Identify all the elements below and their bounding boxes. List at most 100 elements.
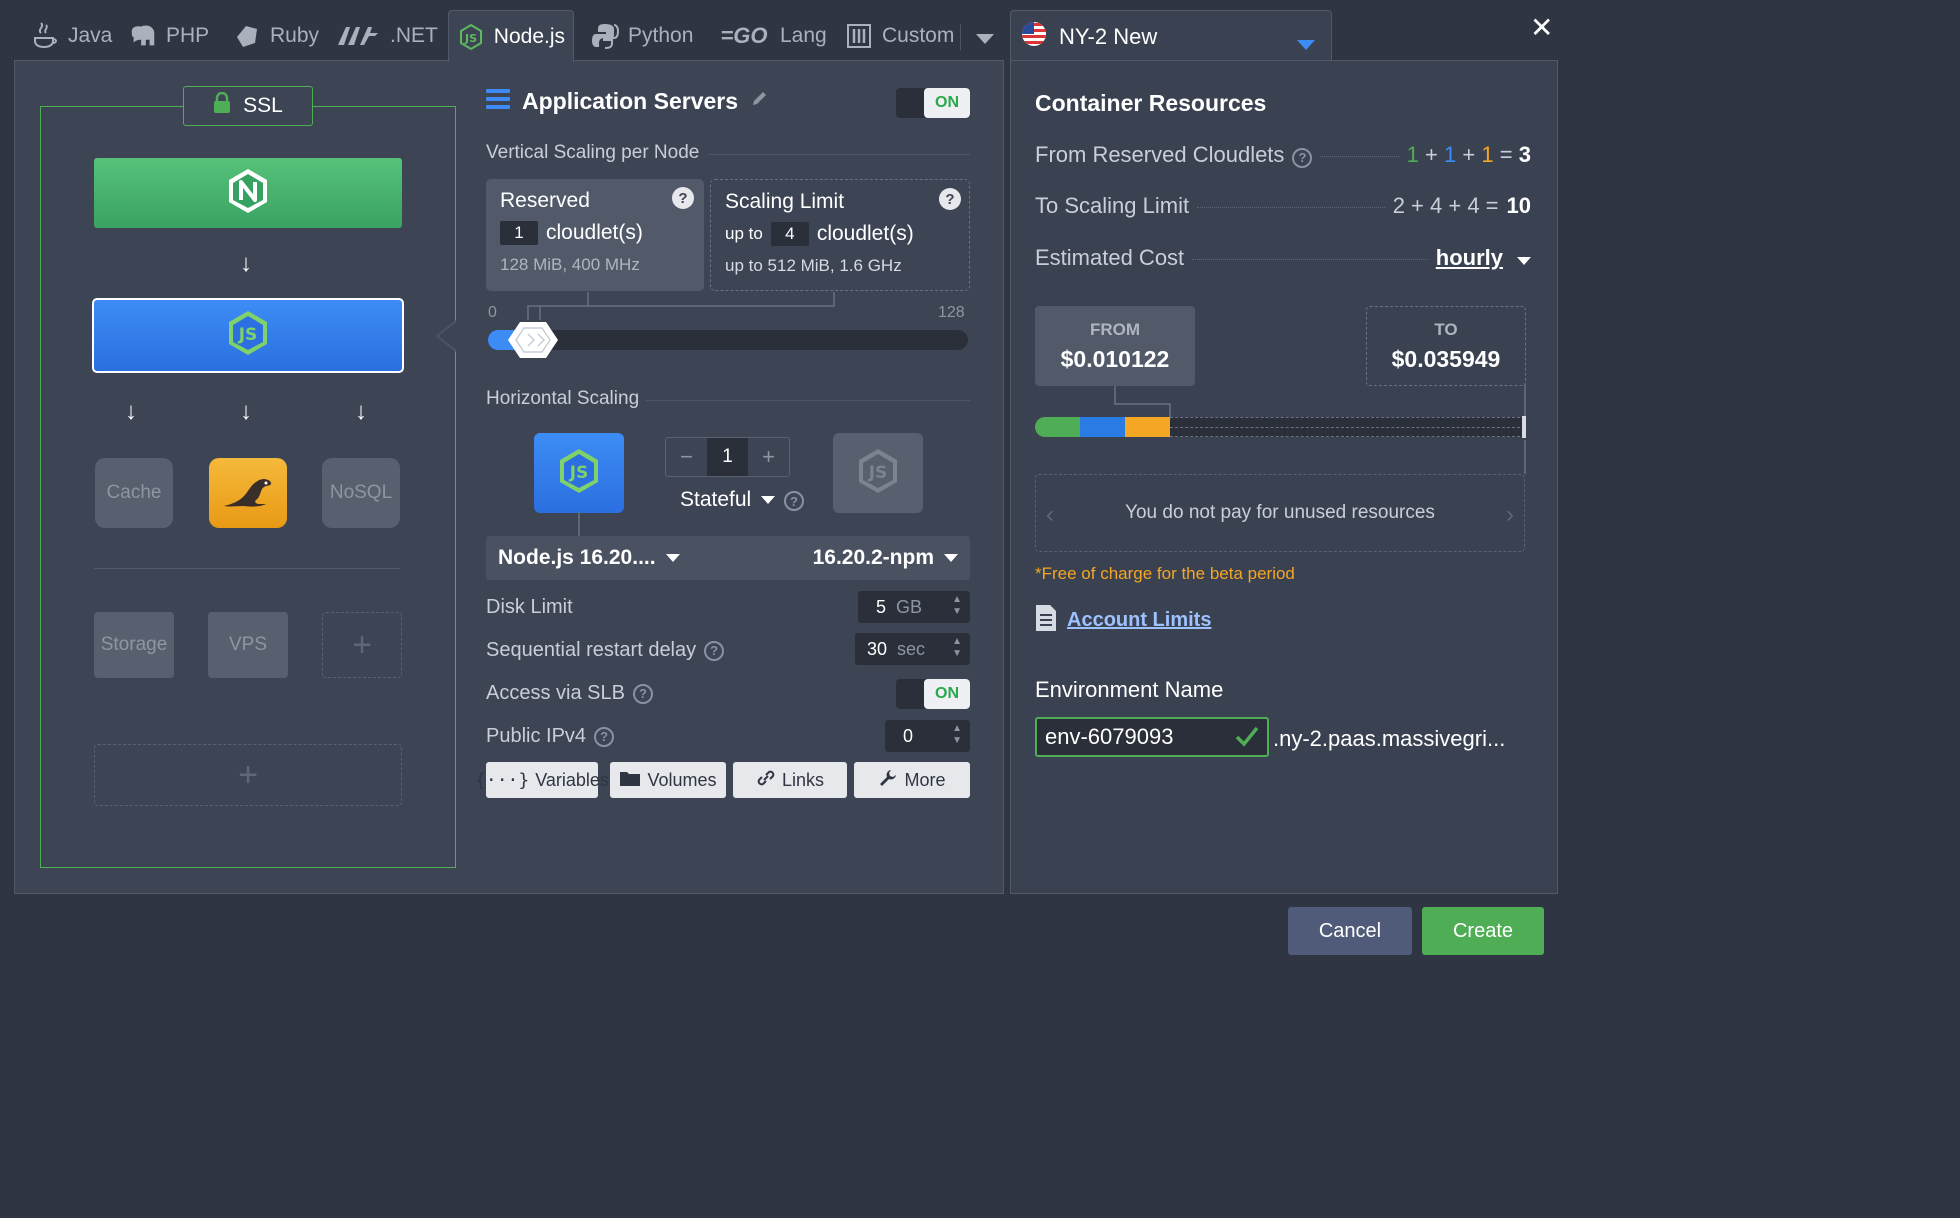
- tab-dotnet[interactable]: .NET: [328, 10, 446, 62]
- flow-arrow-icon: ↓: [355, 398, 367, 425]
- cache-node[interactable]: Cache: [95, 458, 173, 528]
- ipv4-label: Public IPv4: [486, 725, 587, 747]
- node-count-stepper[interactable]: − 1 +: [665, 437, 790, 477]
- tab-php[interactable]: PHP: [120, 10, 217, 62]
- slider-handle[interactable]: [508, 320, 566, 360]
- chevron-down-icon: [1287, 31, 1315, 57]
- app-servers-header: Application Servers: [486, 88, 768, 115]
- restart-delay-input[interactable]: 30 sec ▲ ▼: [855, 633, 970, 665]
- restart-delay-row: Sequential restart delay ?: [486, 639, 725, 662]
- cost-period-dropdown[interactable]: hourly: [1436, 245, 1503, 271]
- tab-python[interactable]: Python: [582, 10, 701, 62]
- nosql-label: NoSQL: [329, 482, 393, 503]
- create-button[interactable]: Create: [1422, 907, 1544, 955]
- add-layer-button[interactable]: +: [94, 744, 402, 806]
- reserved-cloudlets-label: From Reserved Cloudlets: [1035, 142, 1285, 167]
- tab-ruby[interactable]: Ruby: [224, 10, 327, 62]
- restart-delay-unit: sec: [897, 638, 926, 659]
- plus-icon: +: [238, 755, 258, 794]
- estimated-cost-row: Estimated Cost hourly: [1035, 245, 1531, 271]
- mariadb-node[interactable]: [209, 458, 287, 528]
- nodejs-icon: JS: [225, 308, 271, 363]
- tab-label: .NET: [390, 24, 438, 47]
- scaling-limit-specs: up to 512 MiB, 1.6 GHz: [725, 256, 902, 275]
- disk-limit-label: Disk Limit: [486, 596, 573, 618]
- load-balancer-node[interactable]: [94, 158, 402, 228]
- account-limits-link[interactable]: Account Limits: [1035, 604, 1211, 637]
- inactive-node-instance[interactable]: JS: [833, 433, 923, 513]
- toggle-state: ON: [924, 679, 970, 709]
- cost-bar-blue: [1080, 417, 1125, 437]
- slb-toggle[interactable]: ON: [896, 679, 970, 709]
- disk-limit-unit: GB: [896, 596, 923, 617]
- tabs-more-chevron-down-icon[interactable]: [966, 30, 994, 48]
- chevron-left-icon[interactable]: ‹: [1046, 501, 1054, 529]
- application-server-node[interactable]: JS: [92, 298, 404, 373]
- help-icon[interactable]: ?: [672, 187, 694, 209]
- ssl-toggle[interactable]: SSL: [183, 86, 313, 126]
- reserved-stepper[interactable]: 1: [500, 221, 538, 245]
- python-icon: [590, 21, 620, 51]
- scaling-limit-stepper[interactable]: 4: [770, 222, 809, 246]
- nosql-node[interactable]: NoSQL: [322, 458, 400, 528]
- svg-text:JS: JS: [464, 32, 477, 45]
- version-select[interactable]: 16.20.2-npm: [813, 546, 958, 570]
- cost-bar-remaining: [1170, 417, 1525, 437]
- stepper-arrows-icon[interactable]: ▲ ▼: [952, 723, 962, 747]
- horizontal-scaling-label: Horizontal Scaling: [486, 388, 640, 409]
- variables-button[interactable]: {···} Variables: [475, 762, 609, 798]
- cancel-button[interactable]: Cancel: [1288, 907, 1412, 955]
- reserved-cloudlets-row: From Reserved Cloudlets ? 1 + 1 + 1 = 3: [1035, 142, 1531, 168]
- help-icon[interactable]: ?: [704, 640, 725, 661]
- help-icon[interactable]: ?: [939, 188, 961, 210]
- svg-text:JS: JS: [238, 325, 258, 345]
- reserved-specs: 128 MiB, 400 MHz: [500, 255, 640, 274]
- tab-custom[interactable]: Custom: [836, 10, 962, 62]
- add-node-button[interactable]: +: [322, 612, 402, 678]
- chevron-down-icon[interactable]: [1517, 257, 1531, 265]
- node-count-value[interactable]: 1: [707, 438, 748, 476]
- help-icon[interactable]: ?: [632, 683, 653, 704]
- tab-divider: [960, 24, 961, 50]
- close-icon[interactable]: ✕: [1530, 14, 1553, 42]
- env-name-input[interactable]: env-6079093: [1035, 717, 1269, 757]
- more-label: More: [904, 769, 946, 790]
- stepper-arrows-icon[interactable]: ▲ ▼: [952, 594, 962, 618]
- cost-period-value: hourly: [1435, 245, 1503, 270]
- sea-lion-icon: [218, 470, 278, 516]
- help-icon[interactable]: ?: [594, 726, 615, 747]
- ipv4-input[interactable]: 0 ▲ ▼: [885, 720, 970, 752]
- region-selector[interactable]: NY-2 New: [1010, 10, 1332, 62]
- ipv4-value: 0: [903, 725, 914, 746]
- svg-text:JS: JS: [868, 463, 888, 483]
- tab-java[interactable]: Java: [22, 10, 120, 62]
- help-icon[interactable]: ?: [784, 491, 804, 511]
- more-button[interactable]: More: [854, 762, 970, 798]
- menu-icon[interactable]: [486, 88, 510, 115]
- disk-limit-input[interactable]: 5 GB ▲ ▼: [858, 591, 970, 623]
- vps-node[interactable]: VPS: [208, 612, 288, 678]
- volumes-button[interactable]: Volumes: [610, 762, 726, 798]
- storage-node[interactable]: Storage: [94, 612, 174, 678]
- folder-icon: [619, 769, 641, 792]
- engine-version-row: Node.js 16.20.... 16.20.2-npm: [486, 536, 970, 580]
- tab-label: Python: [628, 24, 694, 47]
- decrement-button[interactable]: −: [666, 438, 707, 476]
- stateful-dropdown[interactable]: Stateful: [680, 488, 776, 512]
- increment-button[interactable]: +: [748, 438, 789, 476]
- edit-pencil-icon[interactable]: [750, 90, 768, 113]
- links-button[interactable]: Links: [733, 762, 847, 798]
- reserved-title: Reserved: [500, 189, 590, 212]
- help-icon[interactable]: ?: [1292, 147, 1313, 168]
- node-connector: [578, 512, 580, 538]
- cost-from-box: FROM $0.010122: [1035, 306, 1195, 386]
- stepper-arrows-icon[interactable]: ▲ ▼: [952, 636, 962, 660]
- cancel-label: Cancel: [1318, 919, 1382, 942]
- app-servers-toggle[interactable]: ON: [896, 88, 970, 118]
- engine-select[interactable]: Node.js 16.20....: [498, 546, 680, 570]
- active-node-instance[interactable]: JS: [534, 433, 624, 513]
- nodejs-icon: JS: [457, 22, 486, 52]
- tab-go[interactable]: =GO Lang: [708, 10, 835, 62]
- chevron-right-icon[interactable]: ›: [1506, 501, 1514, 529]
- tab-nodejs[interactable]: JS Node.js: [448, 10, 574, 62]
